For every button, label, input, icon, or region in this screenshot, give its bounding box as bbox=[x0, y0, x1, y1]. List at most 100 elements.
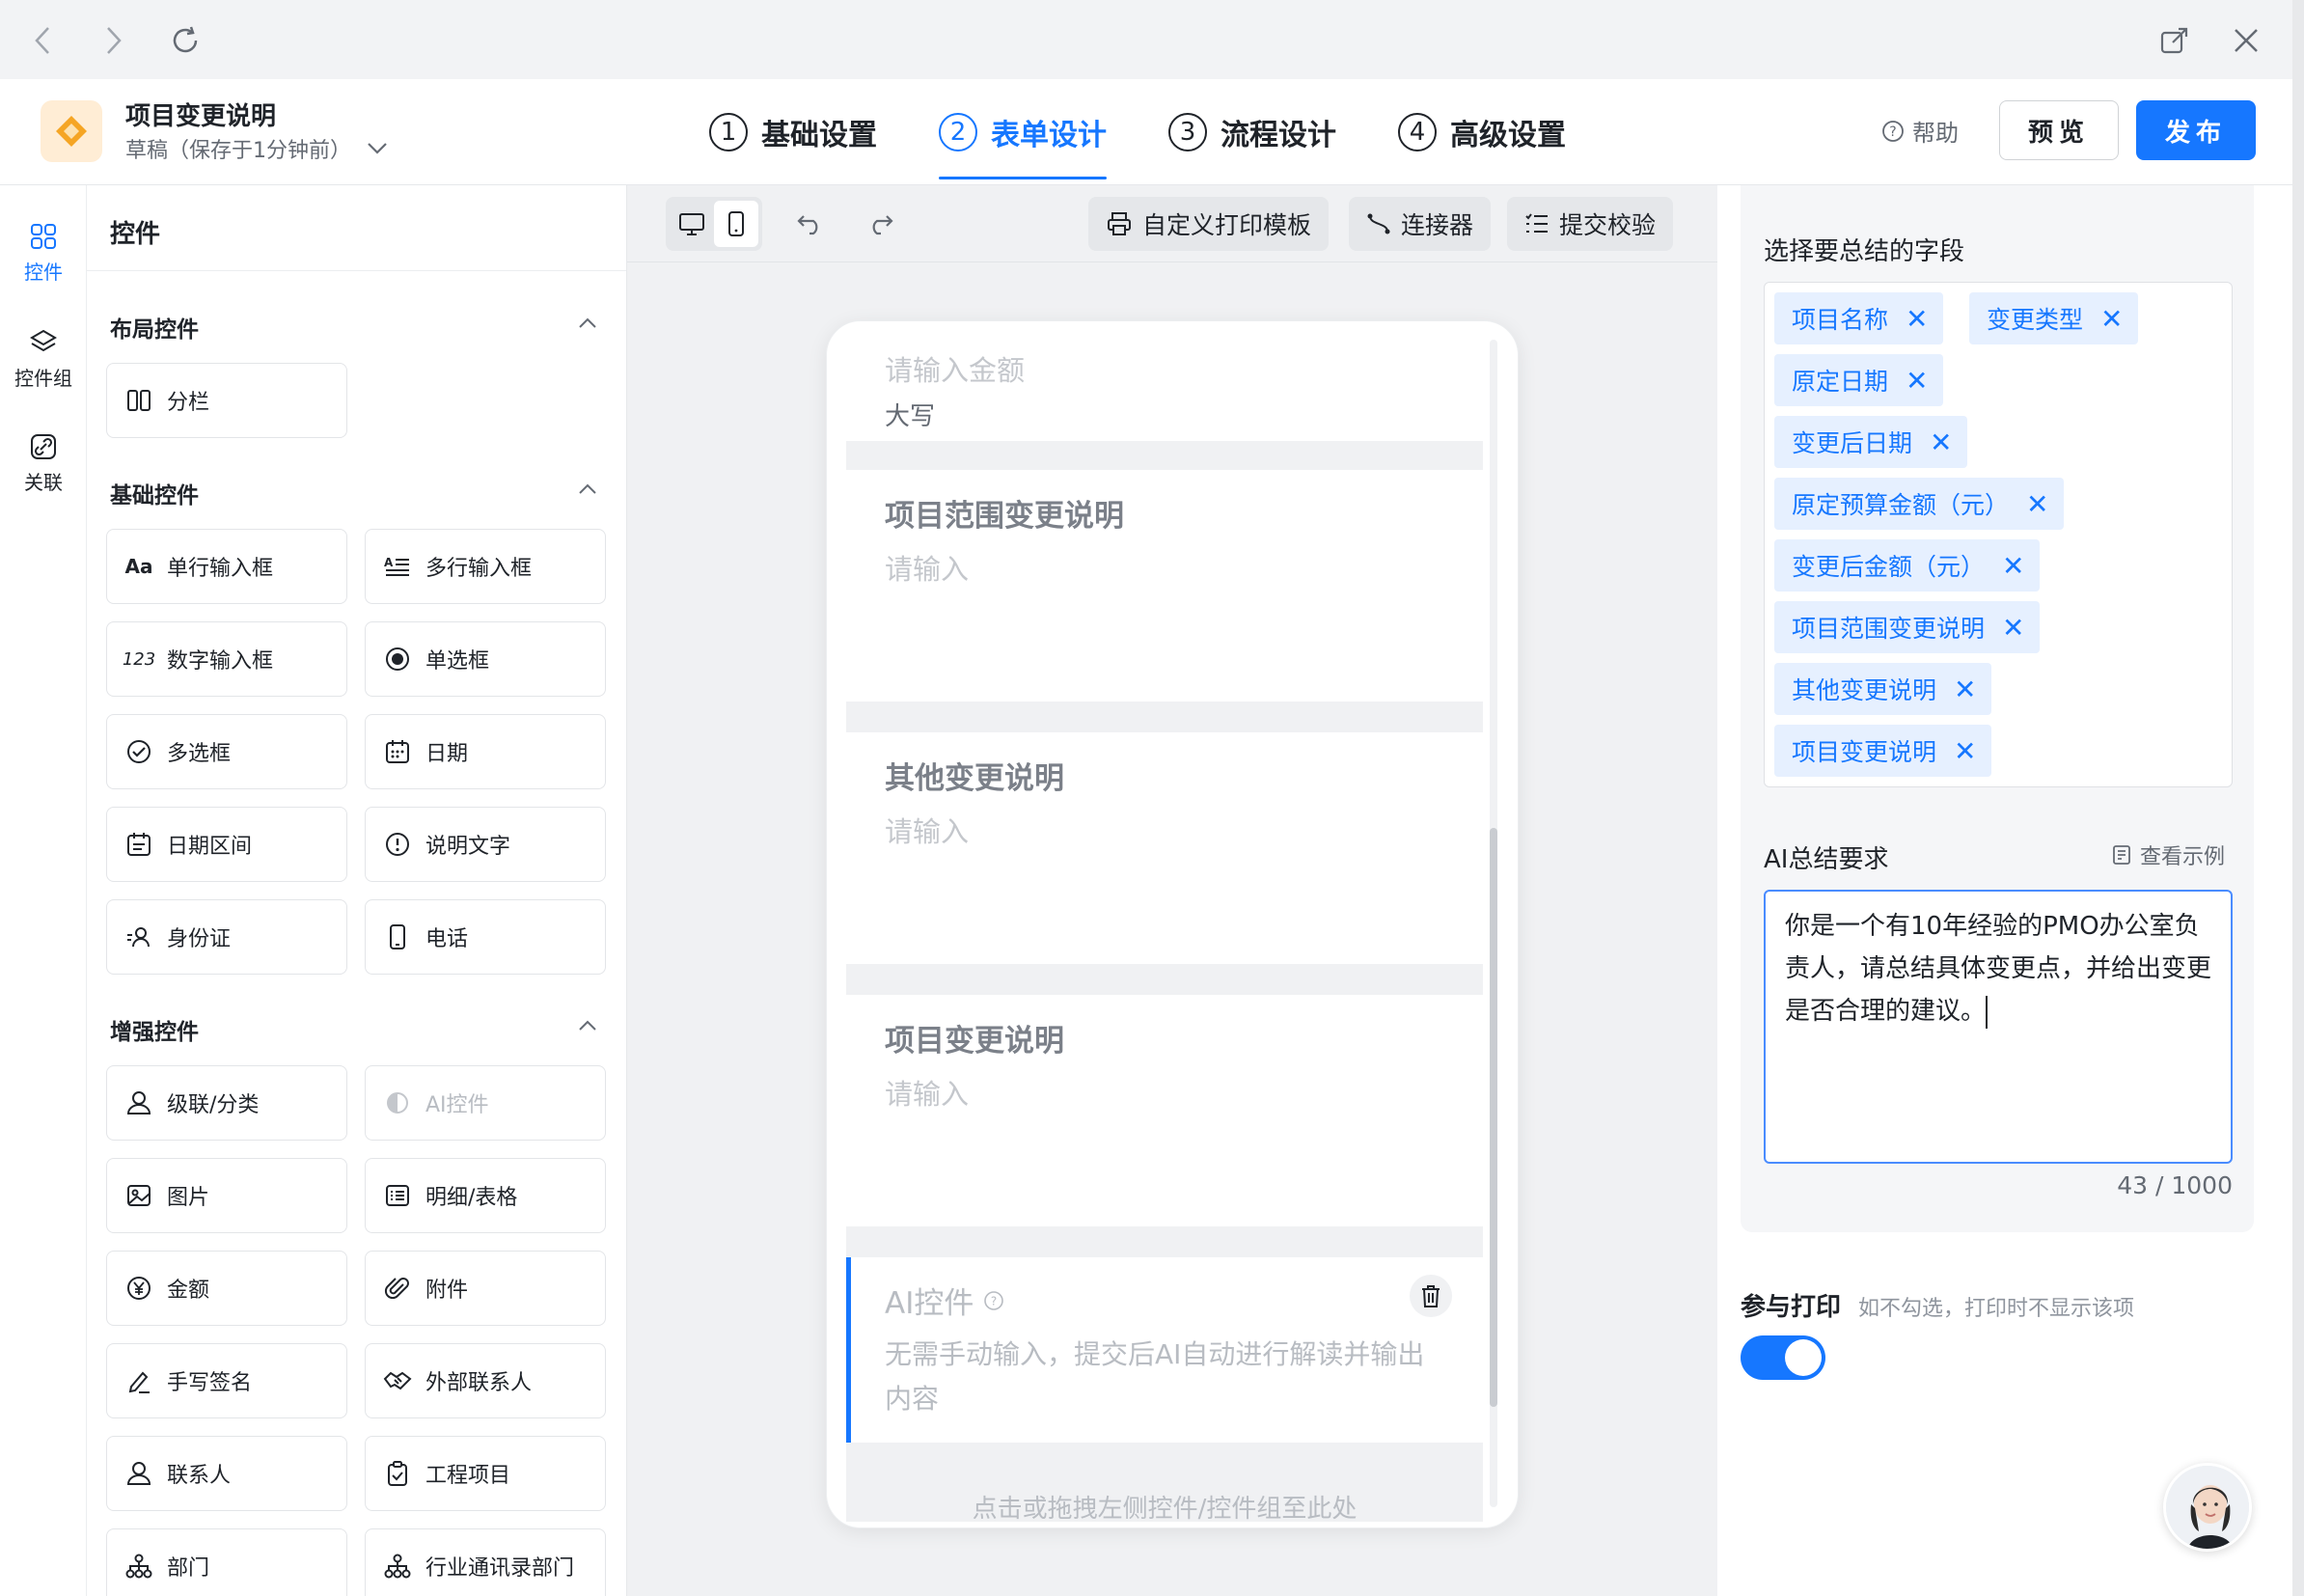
component-single-line-input[interactable]: Aa 单行输入框 bbox=[106, 529, 347, 604]
component-cascade[interactable]: 级联/分类 bbox=[106, 1065, 347, 1141]
remove-icon[interactable]: ✕ bbox=[2100, 303, 2123, 335]
help-link[interactable]: ? 帮助 bbox=[1881, 114, 1959, 148]
preview-button[interactable]: 预览 bbox=[1999, 100, 2119, 160]
remove-icon[interactable]: ✕ bbox=[2002, 612, 2024, 644]
tag-label: 原定日期 bbox=[1792, 368, 1889, 396]
component-image[interactable]: 图片 bbox=[106, 1158, 347, 1233]
component-phone[interactable]: 电话 bbox=[365, 899, 606, 975]
draft-status[interactable]: 草稿（保存于1分钟前） bbox=[125, 133, 388, 164]
checklist-icon bbox=[1525, 213, 1548, 233]
step-label: 表单设计 bbox=[991, 119, 1107, 152]
rail-item-groups[interactable]: 控件组 bbox=[0, 328, 87, 405]
component-attachment[interactable]: 附件 bbox=[365, 1251, 606, 1326]
tab-form-design[interactable]: 2 表单设计 bbox=[939, 79, 1107, 185]
tag-label: 项目范围变更说明 bbox=[1792, 615, 1986, 643]
tab-basic-settings[interactable]: 1 基础设置 bbox=[709, 79, 877, 185]
component-department[interactable]: 部门 bbox=[106, 1528, 347, 1596]
field-placeholder: 请输入 bbox=[885, 553, 970, 586]
desktop-icon[interactable] bbox=[670, 201, 714, 247]
component-label: 金额 bbox=[167, 1279, 210, 1303]
scrollbar-thumb[interactable] bbox=[1490, 828, 1497, 1407]
publish-button[interactable]: 发布 bbox=[2136, 100, 2256, 160]
step-label: 基础设置 bbox=[761, 119, 877, 152]
org-chart-icon bbox=[383, 1552, 412, 1581]
panel-title: 控件 bbox=[110, 220, 161, 249]
device-toggle bbox=[666, 197, 762, 251]
back-icon[interactable] bbox=[21, 19, 64, 62]
id-card-icon bbox=[124, 922, 153, 951]
rail-label: 控件 bbox=[24, 261, 63, 284]
project-change-field[interactable]: 项目变更说明 请输入 bbox=[846, 995, 1483, 1226]
svg-text:A: A bbox=[384, 556, 394, 569]
step-label: 流程设计 bbox=[1221, 119, 1336, 152]
ai-field-description: 无需手动输入，提交后AI自动进行解读并输出内容 bbox=[885, 1338, 1425, 1415]
open-external-icon[interactable] bbox=[2153, 19, 2196, 62]
component-amount[interactable]: 金额 bbox=[106, 1251, 347, 1326]
undo-icon[interactable] bbox=[791, 205, 830, 243]
print-toggle[interactable] bbox=[1741, 1335, 1825, 1380]
component-label: 明细/表格 bbox=[425, 1186, 518, 1210]
ai-requirement-textarea[interactable]: 你是一个有10年经验的PMO办公室负责人，请总结具体变更点，并给出变更是否合理的… bbox=[1764, 890, 2233, 1164]
check-circle-icon bbox=[124, 737, 153, 766]
component-external-contact[interactable]: 外部联系人 bbox=[365, 1343, 606, 1418]
custom-print-template-button[interactable]: 自定义打印模板 bbox=[1088, 197, 1330, 251]
reload-icon[interactable] bbox=[164, 19, 206, 62]
field-placeholder: 请输入 bbox=[885, 815, 970, 848]
scope-change-field[interactable]: 项目范围变更说明 请输入 bbox=[846, 470, 1483, 702]
component-columns[interactable]: 分栏 bbox=[106, 363, 347, 438]
component-industry-directory-department[interactable]: 行业通讯录部门 bbox=[365, 1528, 606, 1596]
view-example-link[interactable]: 查看示例 bbox=[2111, 839, 2225, 870]
close-icon[interactable] bbox=[2225, 19, 2267, 62]
section-title-enhanced: 增强控件 bbox=[110, 1020, 199, 1045]
text-aa-icon: Aa bbox=[124, 555, 153, 578]
forward-icon[interactable] bbox=[93, 19, 135, 62]
component-contact[interactable]: 联系人 bbox=[106, 1436, 347, 1511]
calendar-icon bbox=[383, 737, 412, 766]
remove-icon[interactable]: ✕ bbox=[1930, 427, 1952, 458]
remove-icon[interactable]: ✕ bbox=[1954, 735, 1976, 767]
ai-field-selected[interactable]: AI控件 ? 无需手动输入，提交后AI自动进行解读并输出内容 bbox=[846, 1257, 1483, 1443]
component-radio[interactable]: 单选框 bbox=[365, 621, 606, 697]
component-id-card[interactable]: 身份证 bbox=[106, 899, 347, 975]
component-date[interactable]: 日期 bbox=[365, 714, 606, 789]
tag-label: 原定预算金额（元） bbox=[1792, 491, 2010, 519]
component-date-range[interactable]: 日期区间 bbox=[106, 807, 347, 882]
submit-check-button[interactable]: 提交校验 bbox=[1507, 197, 1674, 251]
other-change-field[interactable]: 其他变更说明 请输入 bbox=[846, 732, 1483, 964]
remove-icon[interactable]: ✕ bbox=[2026, 488, 2048, 520]
component-description-text[interactable]: 说明文字 bbox=[365, 807, 606, 882]
component-ai[interactable]: AI控件 bbox=[365, 1065, 606, 1141]
field-label: 项目变更说明 bbox=[885, 1024, 1064, 1059]
component-multi-line-input[interactable]: A 多行输入框 bbox=[365, 529, 606, 604]
rail-item-relations[interactable]: 关联 bbox=[0, 432, 87, 509]
remove-icon[interactable]: ✕ bbox=[1954, 674, 1976, 705]
app-header: 项目变更说明 草稿（保存于1分钟前） 1 基础设置 2 表单设计 3 流程设计 … bbox=[0, 79, 2292, 185]
amount-field[interactable]: 请输入金额 大写 bbox=[846, 335, 1483, 441]
collapse-icon[interactable] bbox=[578, 477, 597, 500]
component-table[interactable]: 明细/表格 bbox=[365, 1158, 606, 1233]
collapse-icon[interactable] bbox=[578, 311, 597, 334]
mobile-icon[interactable] bbox=[714, 201, 758, 247]
tab-advanced-settings[interactable]: 4 高级设置 bbox=[1398, 79, 1566, 185]
calendar-range-icon bbox=[124, 830, 153, 859]
field-selector[interactable]: 项目名称 ✕ 变更类型 ✕ 原定日期 ✕ 变更后日期 ✕ 原定预算金额（元） ✕ 变更后金… bbox=[1764, 282, 2233, 787]
rail-item-components[interactable]: 控件 bbox=[0, 222, 87, 299]
tag-label: 项目变更说明 bbox=[1792, 738, 1937, 766]
remove-icon[interactable]: ✕ bbox=[1906, 365, 1928, 397]
assistant-avatar[interactable] bbox=[2163, 1463, 2252, 1552]
collapse-icon[interactable] bbox=[578, 1013, 597, 1036]
component-checkbox[interactable]: 多选框 bbox=[106, 714, 347, 789]
remove-icon[interactable]: ✕ bbox=[1906, 303, 1928, 335]
component-engineering-project[interactable]: 工程项目 bbox=[365, 1436, 606, 1511]
component-number-input[interactable]: 123 数字输入框 bbox=[106, 621, 347, 697]
component-signature[interactable]: 手写签名 bbox=[106, 1343, 347, 1418]
phone-icon bbox=[383, 922, 412, 951]
connector-button[interactable]: 连接器 bbox=[1349, 197, 1492, 251]
remove-icon[interactable]: ✕ bbox=[2002, 550, 2024, 582]
tab-flow-design[interactable]: 3 流程设计 bbox=[1168, 79, 1336, 185]
step-number: 4 bbox=[1398, 113, 1437, 151]
form-title: 项目变更说明 bbox=[125, 102, 277, 131]
delete-icon[interactable] bbox=[1410, 1275, 1452, 1317]
redo-icon[interactable] bbox=[861, 205, 899, 243]
help-icon: ? bbox=[1882, 120, 1904, 142]
